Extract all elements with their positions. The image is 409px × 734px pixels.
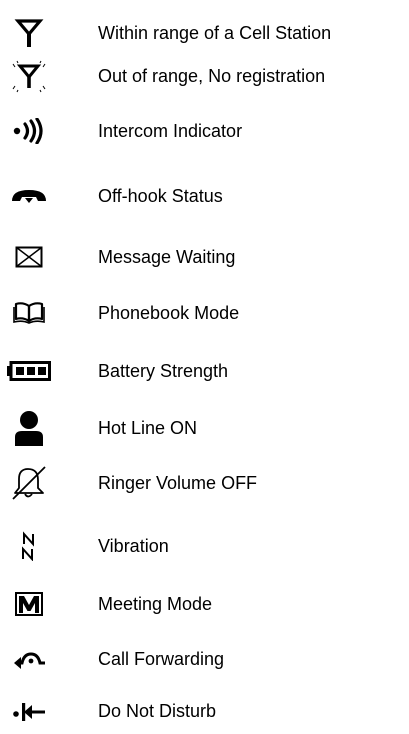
legend-row: Message Waiting	[0, 237, 409, 277]
legend-row: Meeting Mode	[0, 584, 409, 624]
legend-label: Call Forwarding	[98, 649, 225, 669]
legend-label: Battery Strength	[98, 361, 229, 381]
call-forwarding-icon	[6, 639, 52, 679]
person-icon	[6, 408, 52, 448]
legend-label: Meeting Mode	[98, 594, 213, 614]
intercom-icon	[6, 111, 52, 151]
legend-label: Phonebook Mode	[98, 303, 240, 323]
legend-row: Off-hook Status	[0, 176, 409, 216]
legend-label: Message Waiting	[98, 247, 236, 267]
open-book-icon	[6, 293, 52, 333]
legend-label: Out of range, No registration	[98, 66, 326, 86]
legend-row: Do Not Disturb	[0, 691, 409, 731]
meeting-m-icon	[6, 584, 52, 624]
legend-label: Ringer Volume OFF	[98, 473, 258, 493]
antenna-in-range-icon	[6, 13, 52, 53]
icon-legend: Within range of a Cell Station Out of ra…	[0, 0, 409, 734]
off-hook-handset-icon	[6, 176, 52, 216]
antenna-out-of-range-icon	[6, 56, 52, 96]
legend-label: Do Not Disturb	[98, 701, 217, 721]
legend-label: Vibration	[98, 536, 169, 556]
legend-row: Intercom Indicator	[0, 111, 409, 151]
do-not-disturb-icon	[6, 691, 52, 731]
envelope-icon	[6, 237, 52, 277]
legend-label: Hot Line ON	[98, 418, 198, 438]
legend-row: Phonebook Mode	[0, 293, 409, 333]
legend-row: Call Forwarding	[0, 639, 409, 679]
legend-row: Vibration	[0, 526, 409, 566]
battery-icon	[6, 351, 52, 391]
legend-label: Off-hook Status	[98, 186, 223, 206]
legend-row: Ringer Volume OFF	[0, 463, 409, 503]
legend-row: Out of range, No registration	[0, 56, 409, 96]
bell-crossed-icon	[6, 463, 52, 503]
legend-row: Hot Line ON	[0, 408, 409, 448]
legend-label: Intercom Indicator	[98, 121, 243, 141]
vibration-icon	[6, 526, 52, 566]
legend-row: Battery Strength	[0, 351, 409, 391]
legend-row: Within range of a Cell Station	[0, 13, 409, 53]
legend-label: Within range of a Cell Station	[98, 23, 332, 43]
